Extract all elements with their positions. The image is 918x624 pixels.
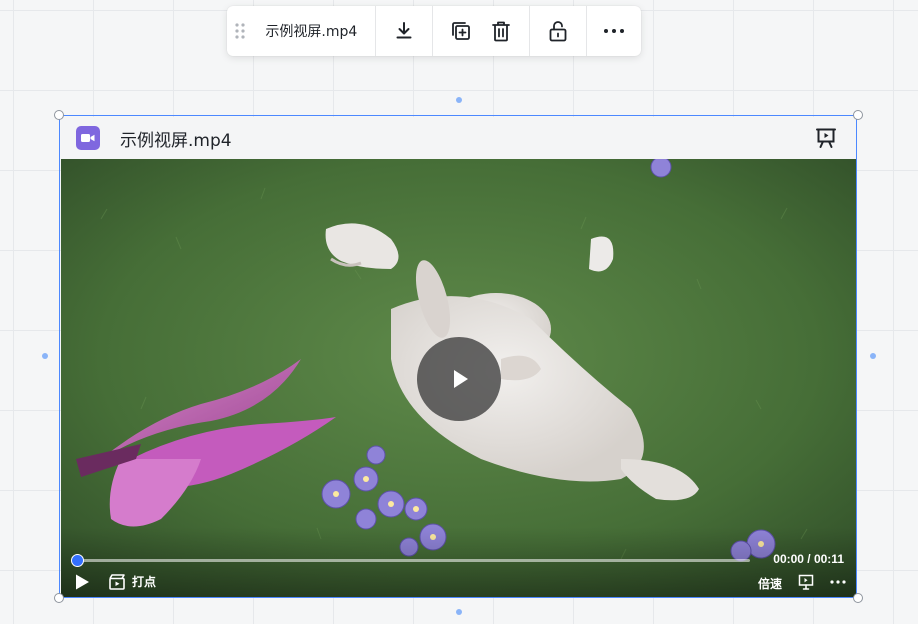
download-icon [396, 22, 412, 39]
resize-dot-left[interactable] [42, 353, 48, 359]
card-title: 示例视屏.mp4 [120, 130, 232, 151]
mark-button[interactable]: 打点 [109, 573, 156, 590]
speed-label: 倍速 [758, 577, 783, 591]
resize-handle-bottom-right[interactable] [853, 593, 863, 603]
drag-handle-icon[interactable] [229, 6, 251, 56]
video-file-icon [76, 126, 100, 150]
mark-label: 打点 [132, 575, 157, 589]
resize-dot-right[interactable] [870, 353, 876, 359]
speed-button[interactable]: 倍速 [758, 575, 782, 592]
copy-icon [452, 22, 471, 40]
resize-dot-top[interactable] [456, 97, 462, 103]
copy-button[interactable] [441, 11, 481, 51]
resize-dot-bottom[interactable] [456, 609, 462, 615]
delete-icon [492, 21, 511, 42]
resize-handle-bottom-left[interactable] [54, 593, 64, 603]
more-icon [830, 580, 846, 584]
time-display: 00:00 / 00:11 [773, 552, 844, 566]
controls-shade [61, 527, 856, 597]
download-button[interactable] [384, 11, 424, 51]
lock-button[interactable] [538, 11, 578, 51]
toolbar-filename: 示例视屏.mp4 [265, 24, 358, 40]
resize-handle-top-left[interactable] [54, 110, 64, 120]
card-header: 示例视屏.mp4 [61, 117, 856, 159]
delete-button[interactable] [481, 11, 521, 51]
present-icon [816, 128, 836, 148]
clapperboard-icon [109, 573, 125, 590]
play-icon [454, 370, 468, 388]
present-button[interactable] [798, 574, 814, 590]
unlock-icon [549, 21, 567, 42]
video-player[interactable]: 00:00 / 00:11 打点 倍速 [61, 159, 856, 597]
progress-bar[interactable] [71, 554, 750, 567]
play-overlay-button[interactable] [417, 337, 501, 421]
play-icon [76, 574, 89, 590]
present-button[interactable] [814, 126, 838, 150]
progress-knob[interactable] [71, 554, 84, 567]
resize-handle-top-right[interactable] [853, 110, 863, 120]
floating-toolbar: 示例视屏.mp4 [227, 6, 641, 56]
present-icon [798, 574, 814, 590]
more-icon [604, 29, 625, 33]
video-card[interactable]: 示例视屏.mp4 00:00 / 00:11 打点 倍速 [61, 117, 856, 597]
play-button[interactable] [74, 573, 90, 591]
more-button[interactable] [594, 11, 634, 51]
more-button[interactable] [830, 580, 846, 584]
